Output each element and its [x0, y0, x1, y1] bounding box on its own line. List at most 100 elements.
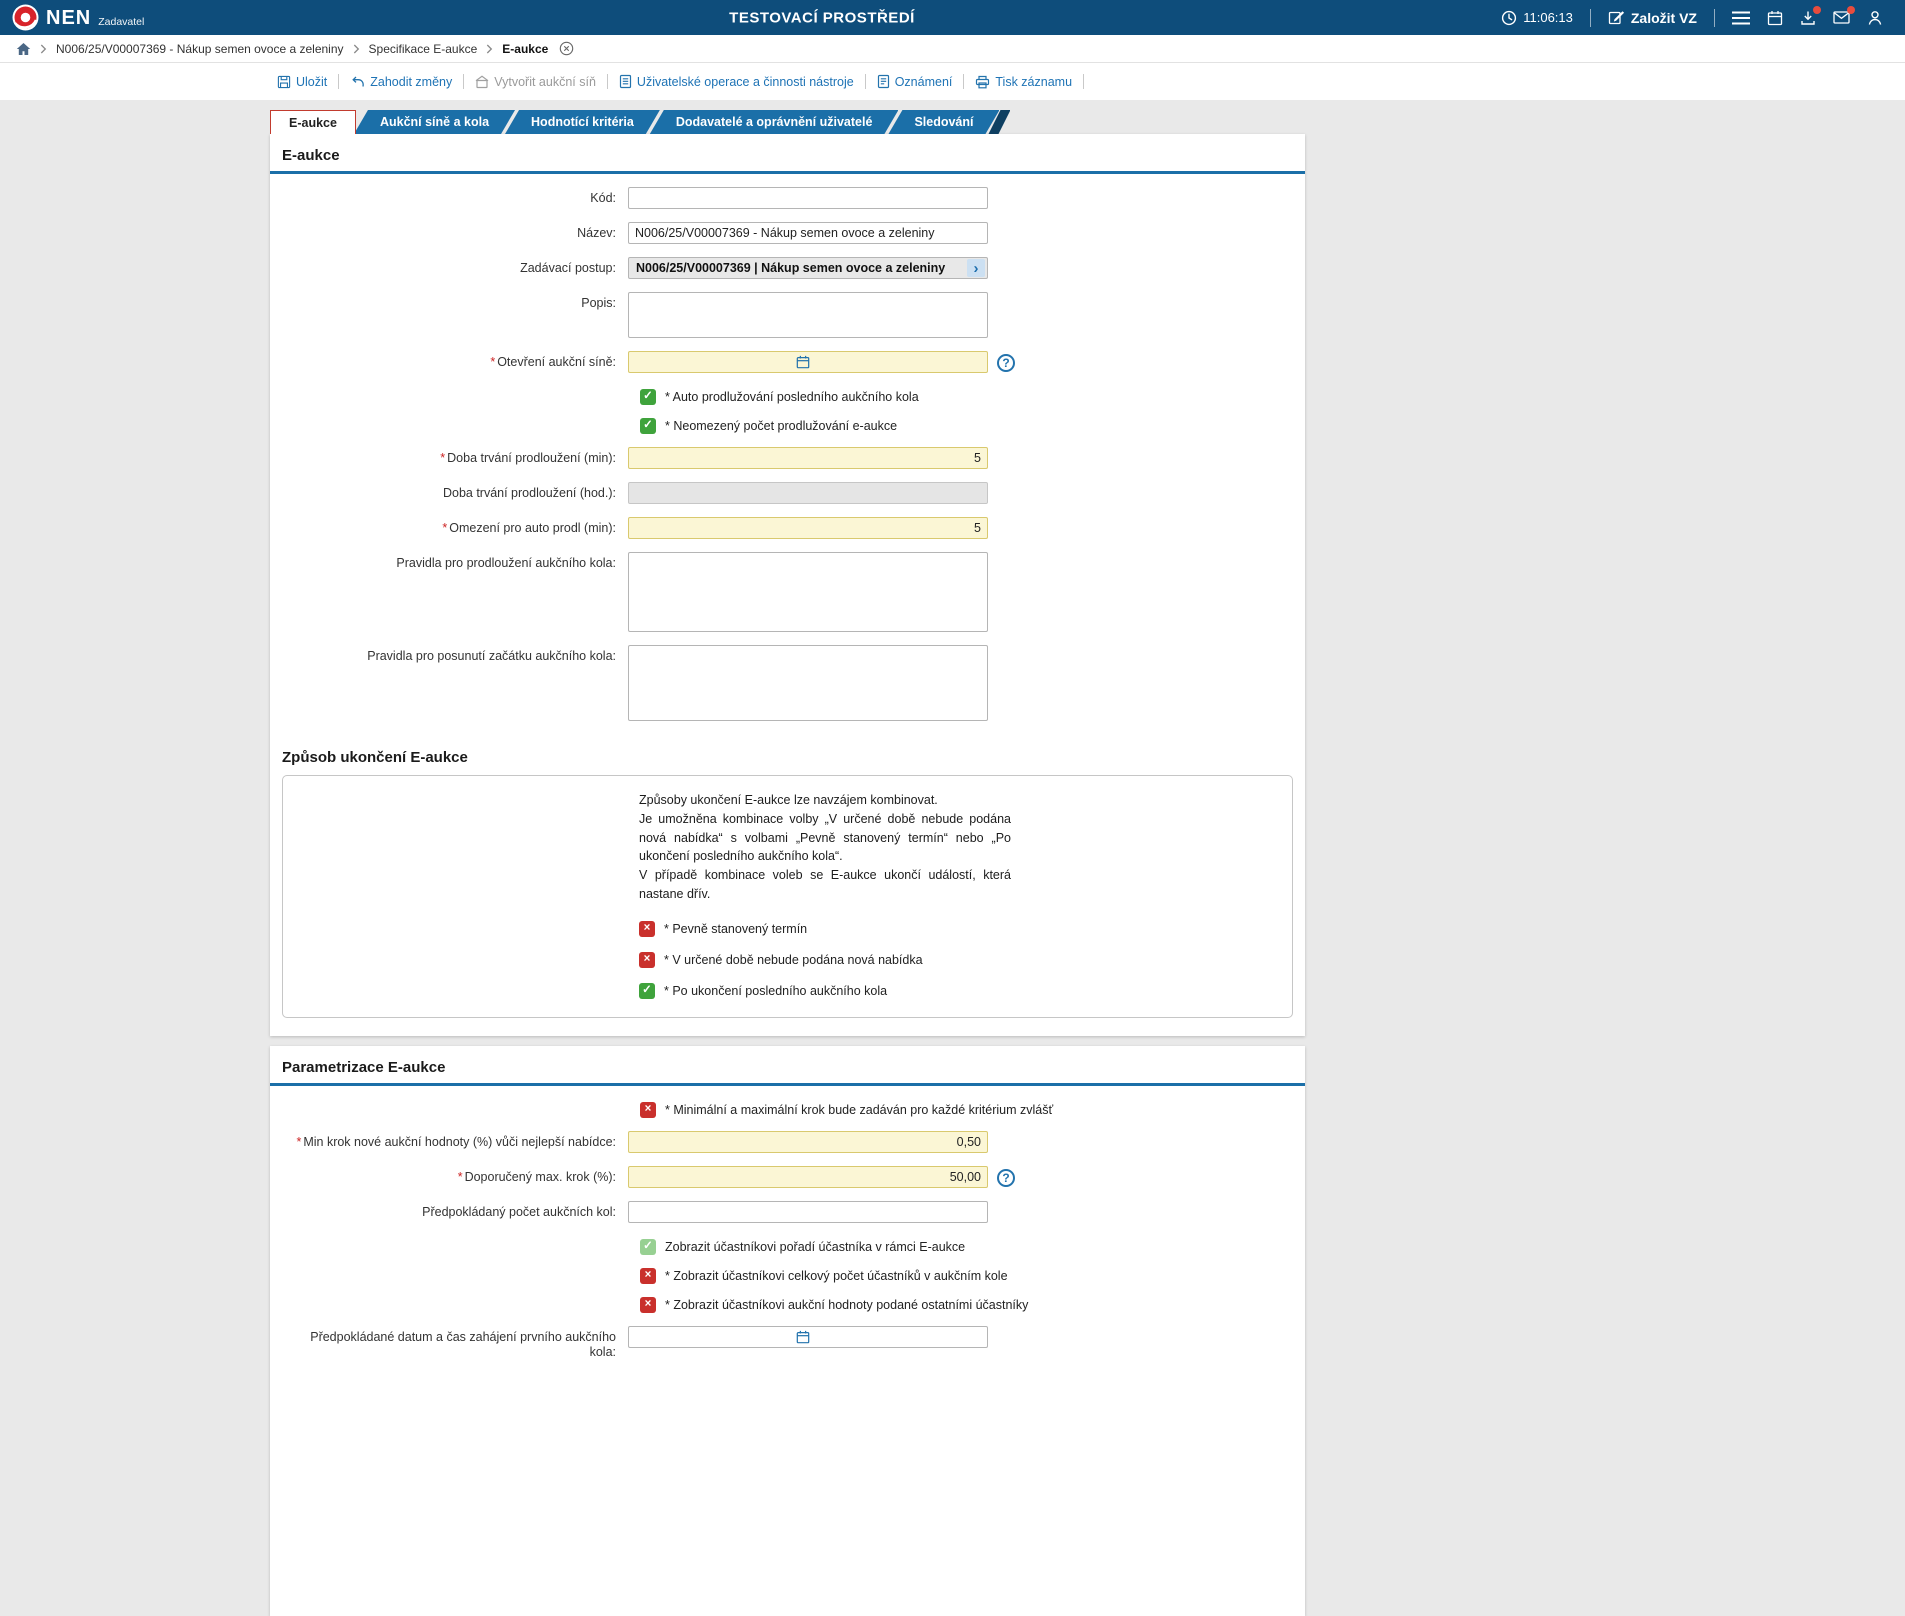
tab-hodnotici-kriteria[interactable]: Hodnotící kritéria	[505, 110, 660, 134]
user-operations-button[interactable]: Uživatelské operace a činnosti nástroje	[608, 74, 865, 89]
create-vz-button[interactable]: Založit VZ	[1608, 9, 1697, 26]
kod-input[interactable]	[628, 187, 988, 209]
discard-changes-button[interactable]: Zahodit změny	[339, 75, 463, 89]
pravidla-posunuti-textarea[interactable]	[628, 645, 988, 721]
notification-badge	[1847, 6, 1855, 14]
field-label: * Omezení pro auto prodl (min):	[442, 521, 616, 535]
checkbox-unchecked-icon[interactable]: ×	[640, 1101, 656, 1118]
section-rule	[270, 1082, 1305, 1086]
field-label: * Min krok nové aukční hodnoty (%) vůči n…	[296, 1134, 616, 1149]
edit-icon	[1608, 11, 1624, 25]
breadcrumb: N006/25/V00007369 - Nákup semen ovoce a …	[0, 35, 1905, 63]
separator	[1714, 8, 1715, 27]
e-aukce-section: E-aukce Kód: Název: Zadávací postup: N00…	[270, 134, 1305, 1036]
notice-icon	[877, 74, 889, 89]
nazev-input[interactable]	[628, 222, 988, 244]
print-icon	[976, 75, 990, 88]
clock-icon	[1502, 10, 1517, 25]
field-label: * Doporučený max. krok (%):	[457, 1169, 616, 1184]
checkbox-label: * Zobrazit účastníkovi aukční hodnoty po…	[665, 1297, 1029, 1312]
save-icon	[277, 75, 291, 88]
clock: 11:06:13	[1501, 10, 1573, 26]
omezeni-auto-prodl-input[interactable]	[628, 517, 988, 539]
logo-subtext: Zadavatel	[98, 16, 145, 28]
environment-title: TESTOVACÍ PROSTŘEDÍ	[729, 9, 915, 26]
checkbox-checked-icon[interactable]: ✓	[640, 389, 656, 405]
field-label: Kód:	[590, 191, 616, 205]
create-auction-room-button: Vytvořit aukční síň	[464, 75, 607, 89]
checkbox-checked-icon[interactable]: ✓	[639, 982, 655, 999]
separator	[1589, 8, 1591, 27]
field-label: Předpokládaný počet aukčních kol:	[422, 1204, 616, 1219]
parametrizace-section: Parametrizace E-aukce × * Minimální a ma…	[270, 1045, 1305, 1616]
popis-textarea[interactable]	[628, 292, 988, 338]
document-icon	[619, 74, 632, 89]
tab-bar: E-aukce Aukční síně a kola Hodnotící kri…	[270, 110, 1905, 134]
section-title: E-aukce	[282, 147, 340, 164]
breadcrumb-current: E-aukce	[502, 41, 549, 56]
chevron-right-icon	[487, 44, 493, 53]
checkbox-label: * Zobrazit účastníkovi celkový počet úča…	[665, 1268, 1008, 1283]
topbar-actions: 11:06:13 Založit VZ	[1501, 5, 1883, 27]
min-krok-input[interactable]	[628, 1130, 988, 1153]
checkbox-label: * V určené době nebude podána nová nabíd…	[664, 952, 923, 967]
tab-aukcni-sine-a-kola[interactable]: Aukční síně a kola	[354, 110, 515, 134]
chevron-right-icon	[40, 44, 47, 53]
auction-room-icon	[475, 75, 489, 88]
doba-trvani-hod-input	[628, 482, 988, 504]
tab-sledovani[interactable]: Sledování	[888, 110, 999, 134]
max-krok-input[interactable]	[628, 1165, 988, 1188]
chevron-right-icon	[353, 44, 359, 53]
checkbox-label: * Minimální a maximální krok bude zadává…	[665, 1102, 1054, 1117]
checkbox-checked-disabled-icon: ✓	[640, 1238, 656, 1255]
field-label: Popis:	[581, 296, 616, 310]
pocet-aukcnich-kol-input[interactable]	[628, 1200, 988, 1223]
section-rule	[270, 171, 1305, 174]
field-label: Zadávací postup:	[520, 261, 616, 275]
zpusob-ukonceni-box: Způsoby ukončení E-aukce lze navzájem ko…	[282, 775, 1293, 1018]
info-text: Způsoby ukončení E-aukce lze navzájem ko…	[639, 793, 1011, 901]
pravidla-prodlouzeni-textarea[interactable]	[628, 552, 988, 632]
menu-icon[interactable]	[1732, 11, 1750, 25]
checkbox-label: * Pevně stanovený termín	[664, 921, 808, 936]
field-label: Předpokládané datum a čas zahájení první…	[310, 1329, 616, 1359]
checkbox-label: * Po ukončení posledního aukčního kola	[664, 983, 888, 998]
tab-e-aukce[interactable]: E-aukce	[270, 110, 356, 134]
help-icon[interactable]: ?	[997, 1168, 1015, 1187]
open-reference-button[interactable]: ›	[967, 259, 985, 277]
nen-logo-icon	[12, 4, 39, 31]
notifications-button[interactable]: Oznámení	[866, 74, 964, 89]
field-label: Pravidla pro posunutí začátku aukčního k…	[367, 649, 616, 663]
print-record-button[interactable]: Tisk záznamu	[964, 75, 1083, 89]
checkbox-unchecked-icon[interactable]: ×	[640, 1296, 656, 1313]
user-icon[interactable]	[1867, 10, 1883, 26]
help-icon[interactable]: ?	[997, 354, 1015, 372]
downloads-icon[interactable]	[1800, 5, 1821, 26]
save-button[interactable]: Uložit	[277, 75, 338, 89]
top-bar: NEN Zadavatel TESTOVACÍ PROSTŘEDÍ 11:06:…	[0, 0, 1905, 35]
separator	[1083, 74, 1085, 89]
checkbox-label: * Auto prodlužování posledního aukčního …	[665, 390, 919, 404]
logo-text: NEN	[46, 7, 92, 29]
tab-dodavatele[interactable]: Dodavatelé a oprávnění uživatelé	[650, 110, 899, 134]
notification-badge	[1813, 5, 1821, 14]
field-label: Pravidla pro prodloužení aukčního kola:	[396, 556, 616, 570]
checkbox-unchecked-icon[interactable]: ×	[639, 920, 655, 937]
calendar-picker-icon[interactable]	[796, 355, 810, 369]
nen-logo[interactable]: NEN Zadavatel	[12, 4, 144, 31]
checkbox-checked-icon[interactable]: ✓	[640, 418, 656, 434]
messages-icon[interactable]	[1833, 6, 1855, 25]
doba-trvani-min-input[interactable]	[628, 447, 988, 469]
field-label: * Otevření aukční síně:	[490, 355, 616, 369]
checkbox-unchecked-icon[interactable]: ×	[640, 1267, 656, 1284]
close-tab-icon[interactable]	[559, 41, 574, 56]
field-label: * Doba trvání prodloužení (min):	[440, 451, 616, 465]
undo-icon	[352, 76, 365, 87]
home-icon[interactable]	[16, 42, 31, 56]
breadcrumb-item[interactable]: Specifikace E-aukce	[369, 42, 478, 56]
breadcrumb-item[interactable]: N006/25/V00007369 - Nákup semen ovoce a …	[56, 42, 344, 56]
checkbox-unchecked-icon[interactable]: ×	[639, 951, 655, 968]
calendar-picker-icon[interactable]	[796, 1330, 810, 1344]
section-title: Parametrizace E-aukce	[282, 1058, 446, 1076]
calendar-icon[interactable]	[1767, 10, 1783, 26]
